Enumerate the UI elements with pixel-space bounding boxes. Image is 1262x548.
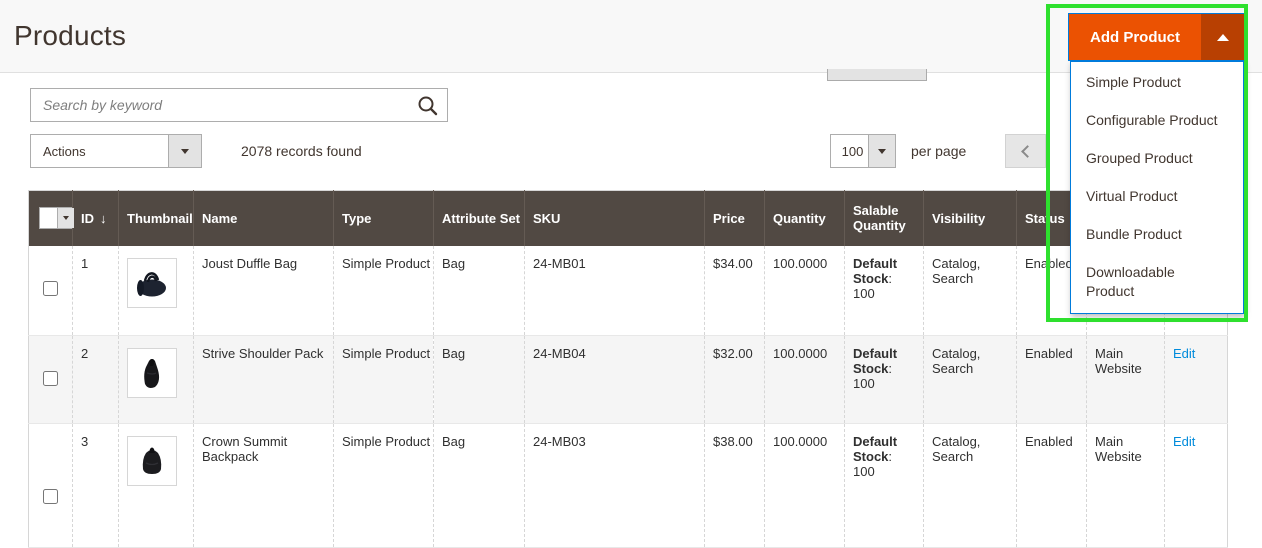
page-title: Products [14,20,126,52]
cell-sku: 24-MB01 [525,246,705,336]
cell-quantity: 100.0000 [765,336,845,424]
cell-sku: 24-MB03 [525,424,705,548]
cell-id: 1 [73,246,119,336]
cell-websites: Main Website [1087,336,1165,424]
table-row: 2 Strive Shoulder Pack Simple Product Ba… [29,336,1228,424]
cell-quantity: 100.0000 [765,424,845,548]
sort-descending-icon: ↓ [100,211,107,226]
previous-page-button[interactable] [1005,134,1046,168]
per-page-label: per page [911,143,966,159]
column-header-name[interactable]: Name [194,191,334,246]
row-checkbox[interactable] [43,371,58,386]
add-product-split-button: Add Product [1068,13,1245,61]
cell-status: Enabled [1017,336,1087,424]
cell-type: Simple Product [334,424,434,548]
cell-attribute-set: Bag [434,424,525,548]
chevron-down-icon [181,149,189,154]
column-header-attribute-set[interactable]: Attribute Set [434,191,525,246]
products-grid: ID↓ Thumbnail Name Type Attribute Set SK… [28,190,1227,548]
cell-websites: Main Website [1087,424,1165,548]
column-header-salable-quantity[interactable]: Salable Quantity [845,191,924,246]
row-checkbox[interactable] [43,281,58,296]
records-found-text: 2078 records found [241,143,362,159]
cell-salable-quantity: Default Stock 100 [845,336,924,424]
cell-name: Joust Duffle Bag [194,246,334,336]
add-product-dropdown-toggle[interactable] [1201,14,1244,60]
select-all-header [29,191,73,246]
menu-item-simple-product[interactable]: Simple Product [1071,64,1243,102]
cell-type: Simple Product [334,246,434,336]
add-product-button[interactable]: Add Product [1069,14,1201,60]
page-size-value: 100 [831,135,868,167]
cell-sku: 24-MB04 [525,336,705,424]
cell-action: Edit [1165,424,1228,548]
cell-visibility: Catalog, Search [924,246,1017,336]
cell-id: 2 [73,336,119,424]
cell-status: Enabled [1017,424,1087,548]
page-size-select[interactable]: 100 [830,134,896,168]
column-header-type[interactable]: Type [334,191,434,246]
backpack-thumbnail [127,436,177,486]
column-header-thumbnail[interactable]: Thumbnail [119,191,194,246]
cell-name: Strive Shoulder Pack [194,336,334,424]
search-icon [417,105,439,120]
column-header-price[interactable]: Price [705,191,765,246]
cell-visibility: Catalog, Search [924,336,1017,424]
cell-price: $38.00 [705,424,765,548]
cell-type: Simple Product [334,336,434,424]
cell-salable-quantity: Default Stock 100 [845,424,924,548]
edit-link[interactable]: Edit [1173,346,1195,361]
actions-select-value: Actions [31,135,168,167]
cell-action: Edit [1165,336,1228,424]
table-row: 1 Joust Duffle Bag Simple Product Bag 24… [29,246,1228,336]
cell-id: 3 [73,424,119,548]
edit-link[interactable]: Edit [1173,434,1195,449]
cell-attribute-set: Bag [434,246,525,336]
duffle-bag-thumbnail [127,258,177,308]
chevron-up-icon [1217,34,1229,41]
cell-attribute-set: Bag [434,336,525,424]
search-submit-button[interactable] [417,95,439,117]
menu-item-downloadable-product[interactable]: Downloadable Product [1071,254,1243,311]
cell-visibility: Catalog, Search [924,424,1017,548]
select-all-control[interactable] [39,207,75,229]
chevron-down-icon [63,216,69,220]
cell-salable-quantity: Default Stock 100 [845,246,924,336]
actions-select[interactable]: Actions [30,134,202,168]
column-header-visibility[interactable]: Visibility [924,191,1017,246]
grid-header-row: ID↓ Thumbnail Name Type Attribute Set SK… [29,191,1228,246]
actions-select-toggle[interactable] [168,135,201,167]
chevron-down-icon [878,149,886,154]
column-header-id[interactable]: ID↓ [73,191,119,246]
chevron-left-icon [1021,145,1034,158]
shoulder-pack-thumbnail [127,348,177,398]
cell-quantity: 100.0000 [765,246,845,336]
page-size-toggle[interactable] [868,135,895,167]
column-header-sku[interactable]: SKU [525,191,705,246]
select-all-checkbox[interactable] [40,208,57,228]
table-row: 3 Crown Summit Backpack Simple Product B… [29,424,1228,548]
cell-price: $32.00 [705,336,765,424]
menu-item-grouped-product[interactable]: Grouped Product [1071,140,1243,178]
menu-item-bundle-product[interactable]: Bundle Product [1071,216,1243,254]
keyword-search [30,88,448,122]
cell-price: $34.00 [705,246,765,336]
search-input[interactable] [31,89,447,121]
menu-item-configurable-product[interactable]: Configurable Product [1071,102,1243,140]
row-checkbox[interactable] [43,489,58,504]
clipped-toolbar-button[interactable] [827,69,927,81]
cell-name: Crown Summit Backpack [194,424,334,548]
add-product-menu: Simple Product Configurable Product Grou… [1070,61,1244,314]
select-all-dropdown-toggle[interactable] [57,208,74,228]
menu-item-virtual-product[interactable]: Virtual Product [1071,178,1243,216]
column-header-quantity[interactable]: Quantity [765,191,845,246]
